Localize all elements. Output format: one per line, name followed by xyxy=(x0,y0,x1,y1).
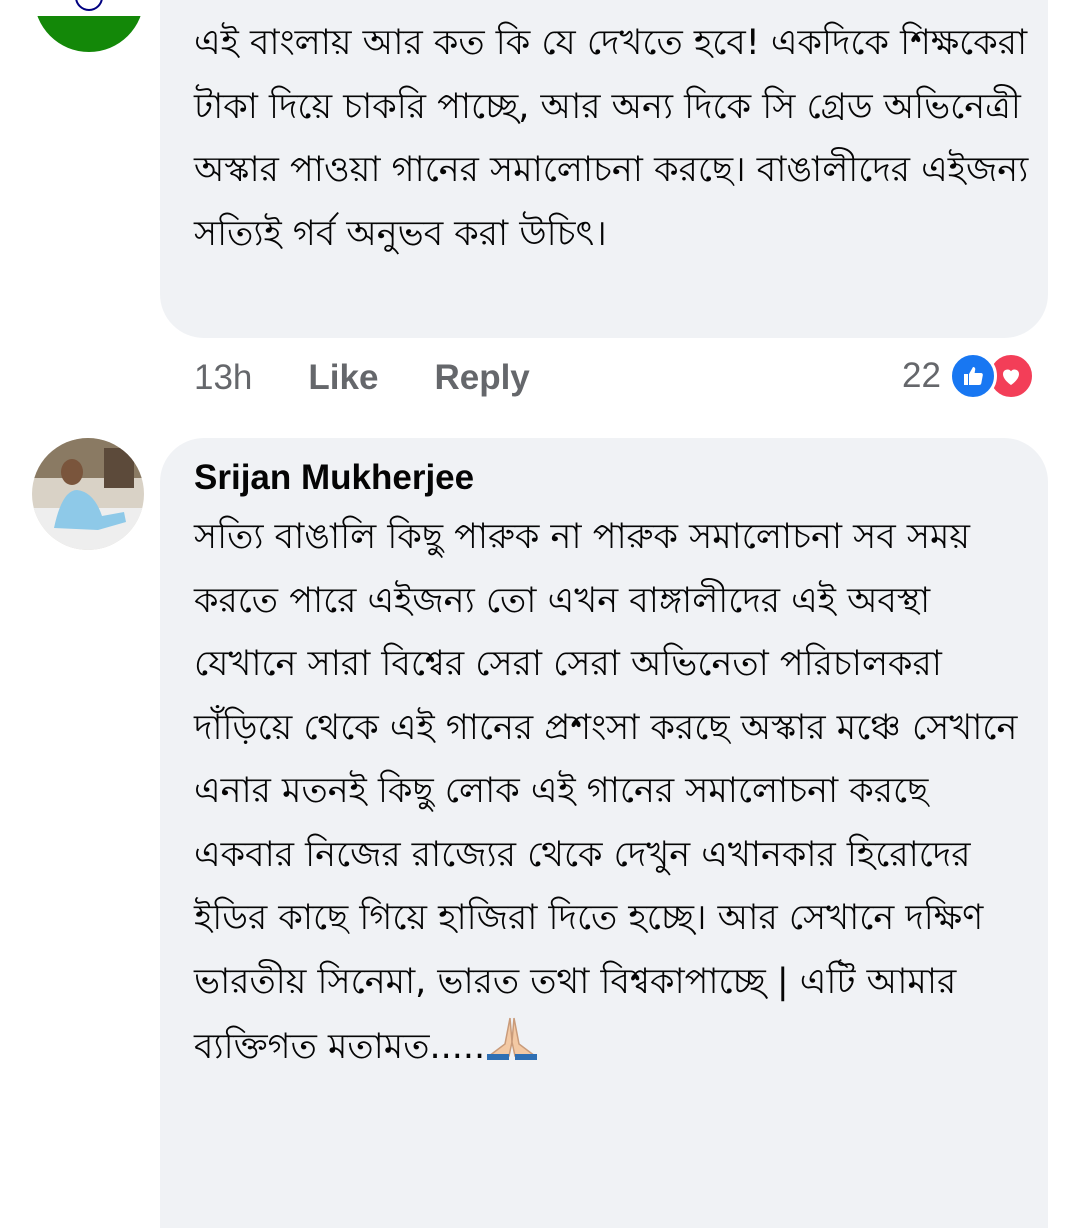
comment-text: সত্যি বাঙালি কিছু পারুক না পারুক সমালোচন… xyxy=(194,506,1034,1082)
like-icon xyxy=(948,352,997,400)
reaction-summary[interactable]: 22 xyxy=(902,352,1035,400)
comment-actions: 13h Like Reply xyxy=(194,358,586,398)
reaction-count: 22 xyxy=(902,356,941,395)
commenter-avatar[interactable] xyxy=(32,438,144,550)
folded-hands-icon xyxy=(485,1014,539,1082)
india-flag-icon xyxy=(34,0,144,52)
comment-author[interactable]: Srijan Mukherjee xyxy=(194,458,474,498)
comment-text-body: সত্যি বাঙালি কিছু পারুক না পারুক সমালোচন… xyxy=(194,517,1018,1067)
person-photo-icon xyxy=(32,438,144,550)
like-button[interactable]: Like xyxy=(308,358,378,398)
commenter-avatar[interactable] xyxy=(34,0,144,52)
comment-time[interactable]: 13h xyxy=(194,358,252,398)
reply-button[interactable]: Reply xyxy=(434,358,529,398)
comment-text: এই বাংলায় আর কত কি যে দেখতে হবে! একদিকে… xyxy=(194,23,1029,254)
